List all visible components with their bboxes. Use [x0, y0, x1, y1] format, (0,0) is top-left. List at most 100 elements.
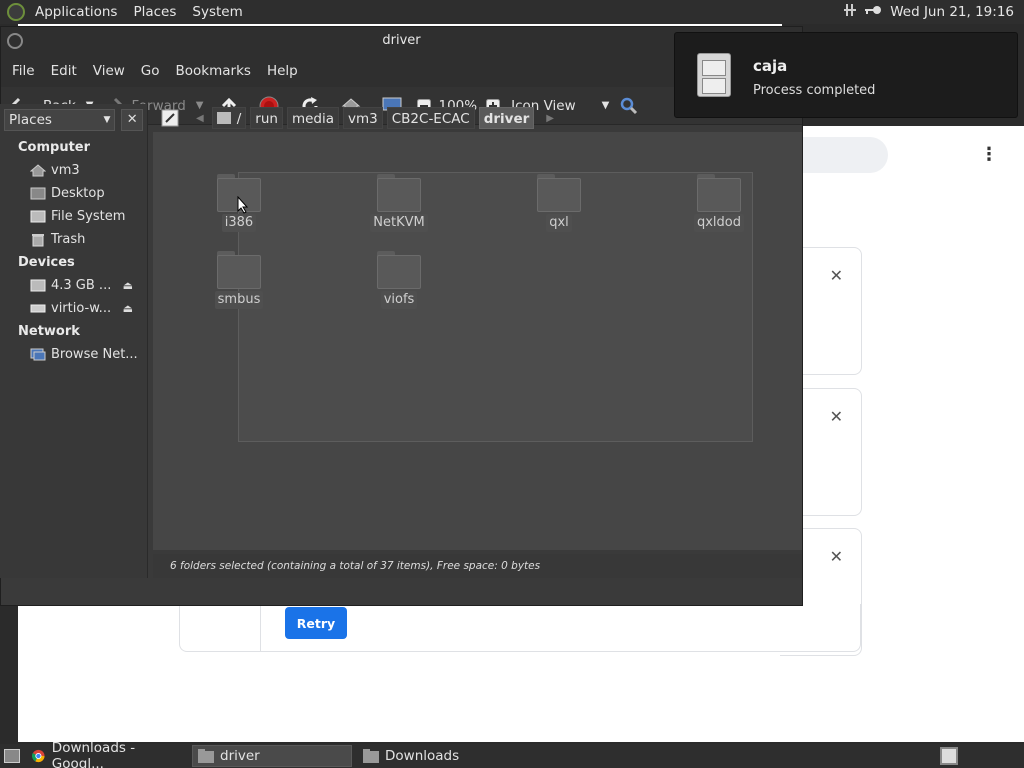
folder-icon [217, 251, 261, 289]
download-card [179, 604, 861, 652]
sidebar-item-virtio[interactable]: virtio-w... ⏏ [0, 297, 147, 320]
path-vm3[interactable]: vm3 [343, 107, 383, 129]
sidebar-selector[interactable]: Places ▼ [4, 109, 116, 131]
sidebar-item-label: Trash [51, 232, 86, 247]
sidebar-item-label: Desktop [51, 186, 105, 201]
browser-search-box[interactable] [802, 137, 888, 173]
taskbar-item-downloads[interactable]: Downloads [358, 745, 518, 767]
taskbar-item-label: Downloads [385, 748, 460, 764]
taskbar-item-label: Downloads - Googl... [51, 740, 136, 768]
show-desktop-icon[interactable] [4, 749, 20, 763]
folder-icon [537, 174, 581, 212]
sidebar-item-label: 4.3 GB ... [51, 278, 112, 293]
folder-icon [198, 749, 214, 763]
folder-icon [697, 174, 741, 212]
menu-go[interactable]: Go [133, 63, 168, 79]
menu-file[interactable]: File [4, 63, 43, 79]
folder-name: smbus [214, 291, 264, 309]
sidebar-selector-label: Places [9, 112, 52, 128]
folder-name: viofs [380, 291, 418, 309]
folder-name: i386 [221, 214, 257, 232]
distro-logo-icon[interactable] [7, 3, 25, 21]
edit-location-icon[interactable] [158, 106, 182, 130]
window-title: driver [382, 33, 421, 48]
applications-menu[interactable]: Applications [27, 0, 125, 24]
path-media[interactable]: media [286, 107, 339, 129]
mouse-cursor-icon [237, 196, 249, 214]
top-panel: Applications Places System Wed Jun 21, 1… [0, 0, 1024, 24]
places-menu[interactable]: Places [125, 0, 184, 24]
sidebar-item-label: vm3 [51, 163, 80, 178]
sidebar-item-volume[interactable]: 4.3 GB ... ⏏ [0, 274, 147, 297]
chevron-down-icon: ▼ [103, 115, 111, 125]
path-cb2c-ecac[interactable]: CB2C-ECAC [386, 107, 475, 129]
desktop-icon [30, 187, 46, 201]
path-root-label: / [236, 111, 242, 127]
folder-name: NetKVM [370, 214, 428, 232]
path-root[interactable]: / [211, 107, 247, 129]
system-menu[interactable]: System [184, 0, 250, 24]
path-scroll-left-icon[interactable]: ◀ [196, 113, 204, 124]
folder-item[interactable]: qxldod [679, 174, 759, 232]
file-cabinet-icon [697, 53, 731, 97]
taskbar-item-chrome[interactable]: Downloads - Googl... [26, 740, 186, 768]
menu-help[interactable]: Help [259, 63, 306, 79]
sidebar-section-computer: Computer [18, 140, 91, 155]
sidebar-item-browse-network[interactable]: Browse Net... [0, 343, 147, 366]
rubber-band-selection [238, 172, 753, 442]
folder-item[interactable]: viofs [359, 251, 439, 309]
sidebar-item-label: virtio-w... [51, 301, 112, 316]
taskbar: Downloads - Googl... driver Downloads [0, 740, 1024, 768]
sidebar: Places ▼ ✕ Computer vm3 Desktop File Sys… [0, 104, 148, 578]
window-menu-icon[interactable] [7, 33, 23, 49]
status-bar: 6 folders selected (containing a total o… [153, 554, 802, 578]
eject-icon[interactable]: ⏏ [123, 279, 133, 292]
chrome-icon [32, 749, 45, 763]
menu-edit[interactable]: Edit [43, 63, 85, 79]
taskbar-item-driver[interactable]: driver [192, 745, 352, 767]
folder-item[interactable]: smbus [199, 251, 279, 309]
clock[interactable]: Wed Jun 21, 19:16 [890, 4, 1014, 20]
notification-body: Process completed [753, 83, 876, 98]
close-icon[interactable]: ✕ [830, 547, 843, 566]
folder-name: qxl [546, 214, 572, 232]
folder-icon [363, 749, 379, 763]
sidebar-item-label: File System [51, 209, 126, 224]
path-run[interactable]: run [250, 107, 283, 129]
menu-view[interactable]: View [85, 63, 133, 79]
folder-item[interactable]: NetKVM [359, 174, 439, 232]
sidebar-section-devices: Devices [18, 255, 75, 270]
notification-popup[interactable]: caja Process completed [674, 32, 1018, 118]
path-driver[interactable]: driver [478, 107, 535, 129]
sidebar-header: Places ▼ ✕ [4, 107, 143, 133]
disc-icon [30, 302, 46, 316]
taskbar-item-label: driver [220, 748, 260, 764]
sidebar-item-desktop[interactable]: Desktop [0, 182, 147, 205]
path-scroll-right-icon[interactable]: ▶ [546, 113, 554, 124]
workspace-switcher-icon[interactable] [940, 747, 958, 765]
close-icon[interactable]: ✕ [830, 266, 843, 285]
network-icon [30, 348, 46, 362]
key-icon[interactable] [864, 4, 882, 20]
folder-name: qxldod [693, 214, 744, 232]
drive-icon [30, 210, 46, 224]
drive-icon [216, 112, 231, 124]
close-icon[interactable]: ✕ [830, 407, 843, 426]
sidebar-item-trash[interactable]: Trash [0, 228, 147, 251]
folder-item[interactable]: qxl [519, 174, 599, 232]
network-icon[interactable] [844, 3, 857, 21]
more-options-icon[interactable]: ⋮ [980, 145, 998, 165]
sidebar-section-network: Network [18, 324, 80, 339]
sidebar-item-label: Browse Net... [51, 347, 138, 362]
sidebar-item-file-system[interactable]: File System [0, 205, 147, 228]
eject-icon[interactable]: ⏏ [123, 302, 133, 315]
file-view[interactable]: i386 NetKVM qxl qxldod smbus viofs [153, 132, 802, 550]
sidebar-item-vm3[interactable]: vm3 [0, 159, 147, 182]
retry-button[interactable]: Retry [285, 607, 347, 639]
folder-icon [377, 251, 421, 289]
folder-icon [377, 174, 421, 212]
notification-title: caja [753, 57, 788, 75]
home-folder-icon [30, 164, 46, 178]
close-icon[interactable]: ✕ [121, 109, 143, 131]
menu-bookmarks[interactable]: Bookmarks [168, 63, 259, 79]
